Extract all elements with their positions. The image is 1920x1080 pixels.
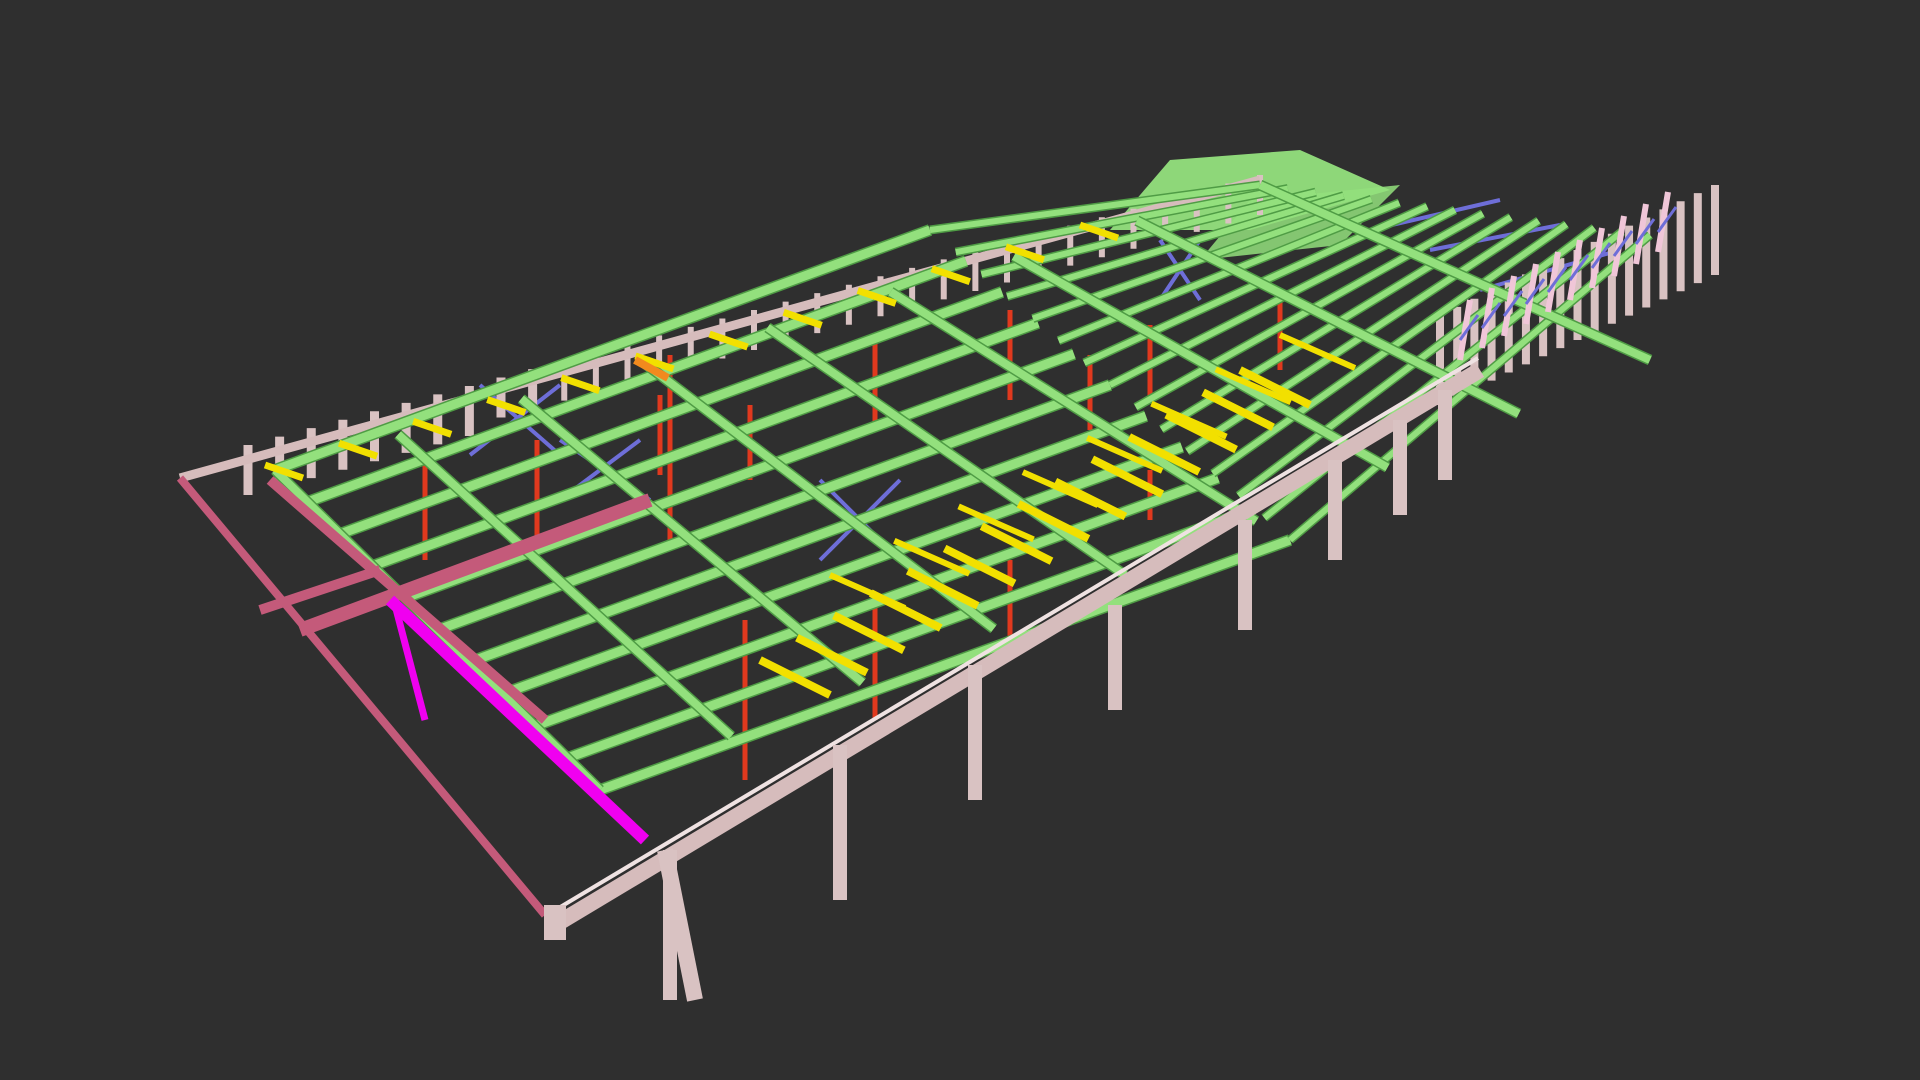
front-edge-beam-top[interactable] [550,356,1480,914]
beams-layer [263,179,1653,796]
highlight-beam[interactable] [385,595,650,845]
3d-viewport[interactable] [0,0,1920,1080]
structural-model-canvas[interactable] [0,0,1920,1080]
secondary-beam-back[interactable] [412,418,453,438]
